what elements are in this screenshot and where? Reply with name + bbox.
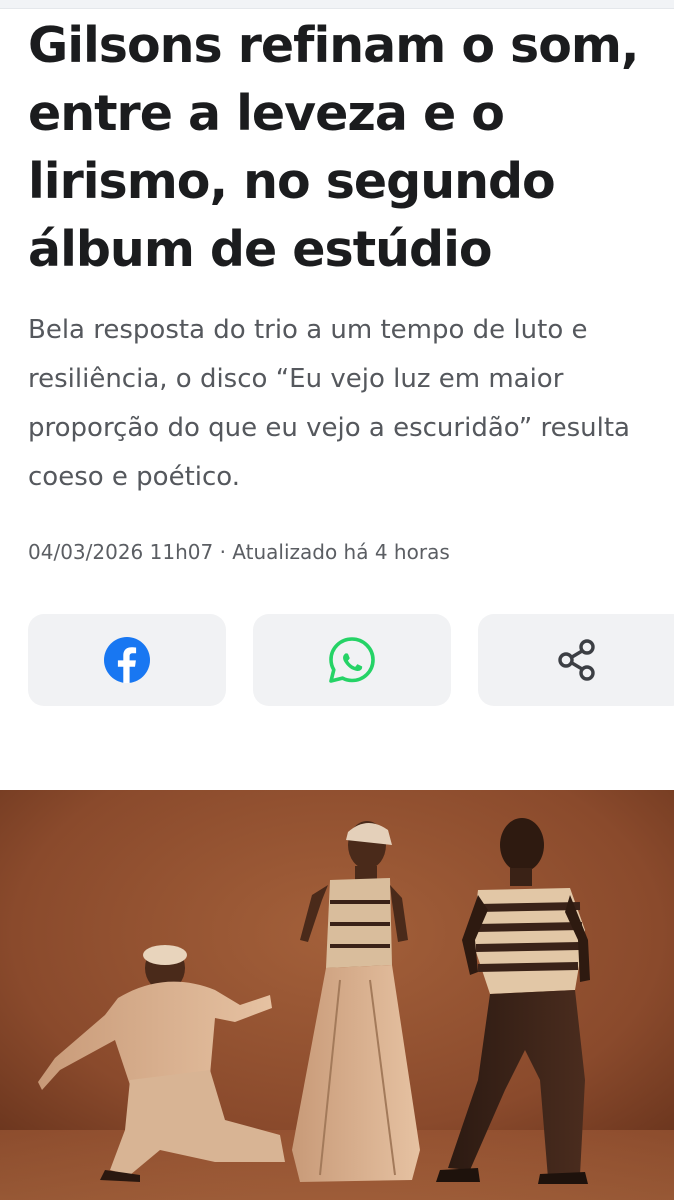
band-photo-illustration xyxy=(0,790,674,1200)
article-dateline: 04/03/2026 11h07 · Atualizado há 4 horas xyxy=(28,536,450,568)
share-more-button[interactable] xyxy=(478,614,674,706)
facebook-icon xyxy=(104,637,150,683)
article-subtitle: Bela resposta do trio a um tempo de luto… xyxy=(28,315,630,492)
share-whatsapp-button[interactable] xyxy=(253,614,451,706)
share-facebook-button[interactable] xyxy=(28,614,226,706)
article-photo xyxy=(0,790,674,1200)
article-headline: Gilsons refinam o som, entre a leveza e … xyxy=(28,17,640,278)
updated-time: Atualizado há 4 horas xyxy=(232,540,450,564)
top-bar xyxy=(0,0,674,9)
publish-date: 04/03/2026 11h07 xyxy=(28,540,214,564)
share-icon xyxy=(558,639,595,681)
whatsapp-icon xyxy=(329,637,375,683)
date-separator: · xyxy=(219,540,226,564)
